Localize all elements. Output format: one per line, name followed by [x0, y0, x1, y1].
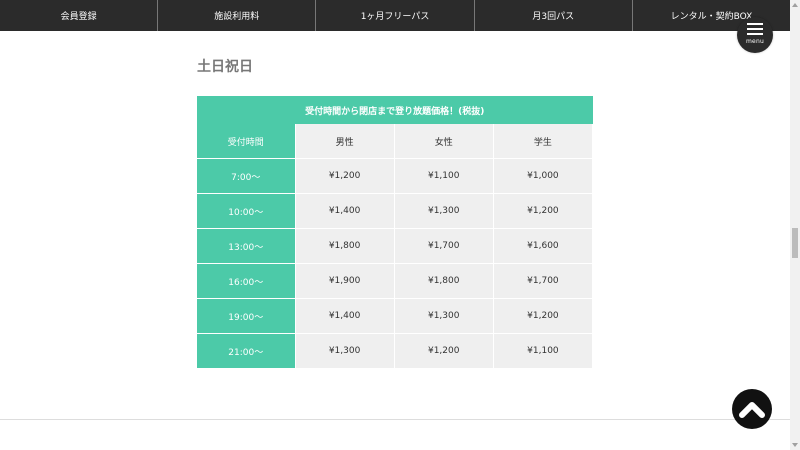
page-scrollbar[interactable] [790, 0, 800, 450]
time-cell: 16:00～ [197, 263, 296, 299]
nav-item-monthly-pass[interactable]: 1ヶ月フリーパス [316, 0, 475, 31]
scrollbar-thumb[interactable] [792, 228, 798, 258]
table-caption: 受付時間から閉店まで登り放題価格！(税抜) [197, 96, 593, 124]
time-cell: 19:00～ [197, 298, 296, 334]
header-female: 女性 [394, 124, 494, 159]
table-row: 16:00～ ¥1,900 ¥1,800 ¥1,700 [197, 263, 594, 299]
price-table: 受付時間から閉店まで登り放題価格！(税抜) 受付時間 男性 女性 学生 7:00… [197, 96, 594, 368]
table-row: 19:00～ ¥1,400 ¥1,300 ¥1,200 [197, 298, 594, 334]
top-navigation: 会員登録 施設利用料 1ヶ月フリーパス 月3回パス レンタル・契約BOX [0, 0, 790, 31]
section-title: 土日祝日 [197, 59, 253, 75]
nav-item-facility-fee[interactable]: 施設利用料 [158, 0, 317, 31]
price-cell-male: ¥1,300 [295, 333, 395, 368]
scroll-down-arrow-icon[interactable] [792, 443, 798, 447]
scroll-up-arrow-icon[interactable] [792, 3, 798, 7]
price-cell-student: ¥1,200 [493, 298, 594, 334]
header-male: 男性 [295, 124, 395, 159]
table-row: 7:00～ ¥1,200 ¥1,100 ¥1,000 [197, 158, 594, 194]
table-row: 13:00～ ¥1,800 ¥1,700 ¥1,600 [197, 228, 594, 264]
price-cell-student: ¥1,100 [493, 333, 594, 368]
table-row: 21:00～ ¥1,300 ¥1,200 ¥1,100 [197, 333, 594, 368]
price-cell-male: ¥1,900 [295, 263, 395, 299]
price-cell-student: ¥1,600 [493, 228, 594, 264]
header-reception-time: 受付時間 [197, 124, 296, 159]
menu-label: menu [746, 38, 764, 45]
time-cell: 13:00～ [197, 228, 296, 264]
price-cell-female: ¥1,800 [394, 263, 494, 299]
back-to-top-button[interactable] [732, 389, 772, 429]
section-divider [0, 419, 790, 420]
hamburger-icon [747, 23, 763, 35]
price-cell-student: ¥1,200 [493, 193, 594, 229]
price-cell-female: ¥1,200 [394, 333, 494, 368]
price-cell-male: ¥1,400 [295, 298, 395, 334]
time-cell: 21:00～ [197, 333, 296, 368]
price-cell-female: ¥1,100 [394, 158, 494, 194]
price-cell-female: ¥1,300 [394, 193, 494, 229]
menu-button[interactable]: menu [737, 17, 773, 53]
chevron-up-icon [739, 402, 765, 418]
price-cell-male: ¥1,400 [295, 193, 395, 229]
time-cell: 10:00～ [197, 193, 296, 229]
nav-item-three-visit-pass[interactable]: 月3回パス [475, 0, 633, 31]
price-cell-male: ¥1,800 [295, 228, 395, 264]
time-cell: 7:00～ [197, 158, 296, 194]
nav-item-membership[interactable]: 会員登録 [0, 0, 159, 31]
price-cell-student: ¥1,000 [493, 158, 594, 194]
price-cell-student: ¥1,700 [493, 263, 594, 299]
header-student: 学生 [493, 124, 594, 159]
price-cell-male: ¥1,200 [295, 158, 395, 194]
table-row: 10:00～ ¥1,400 ¥1,300 ¥1,200 [197, 193, 594, 229]
price-cell-female: ¥1,300 [394, 298, 494, 334]
price-cell-female: ¥1,700 [394, 228, 494, 264]
